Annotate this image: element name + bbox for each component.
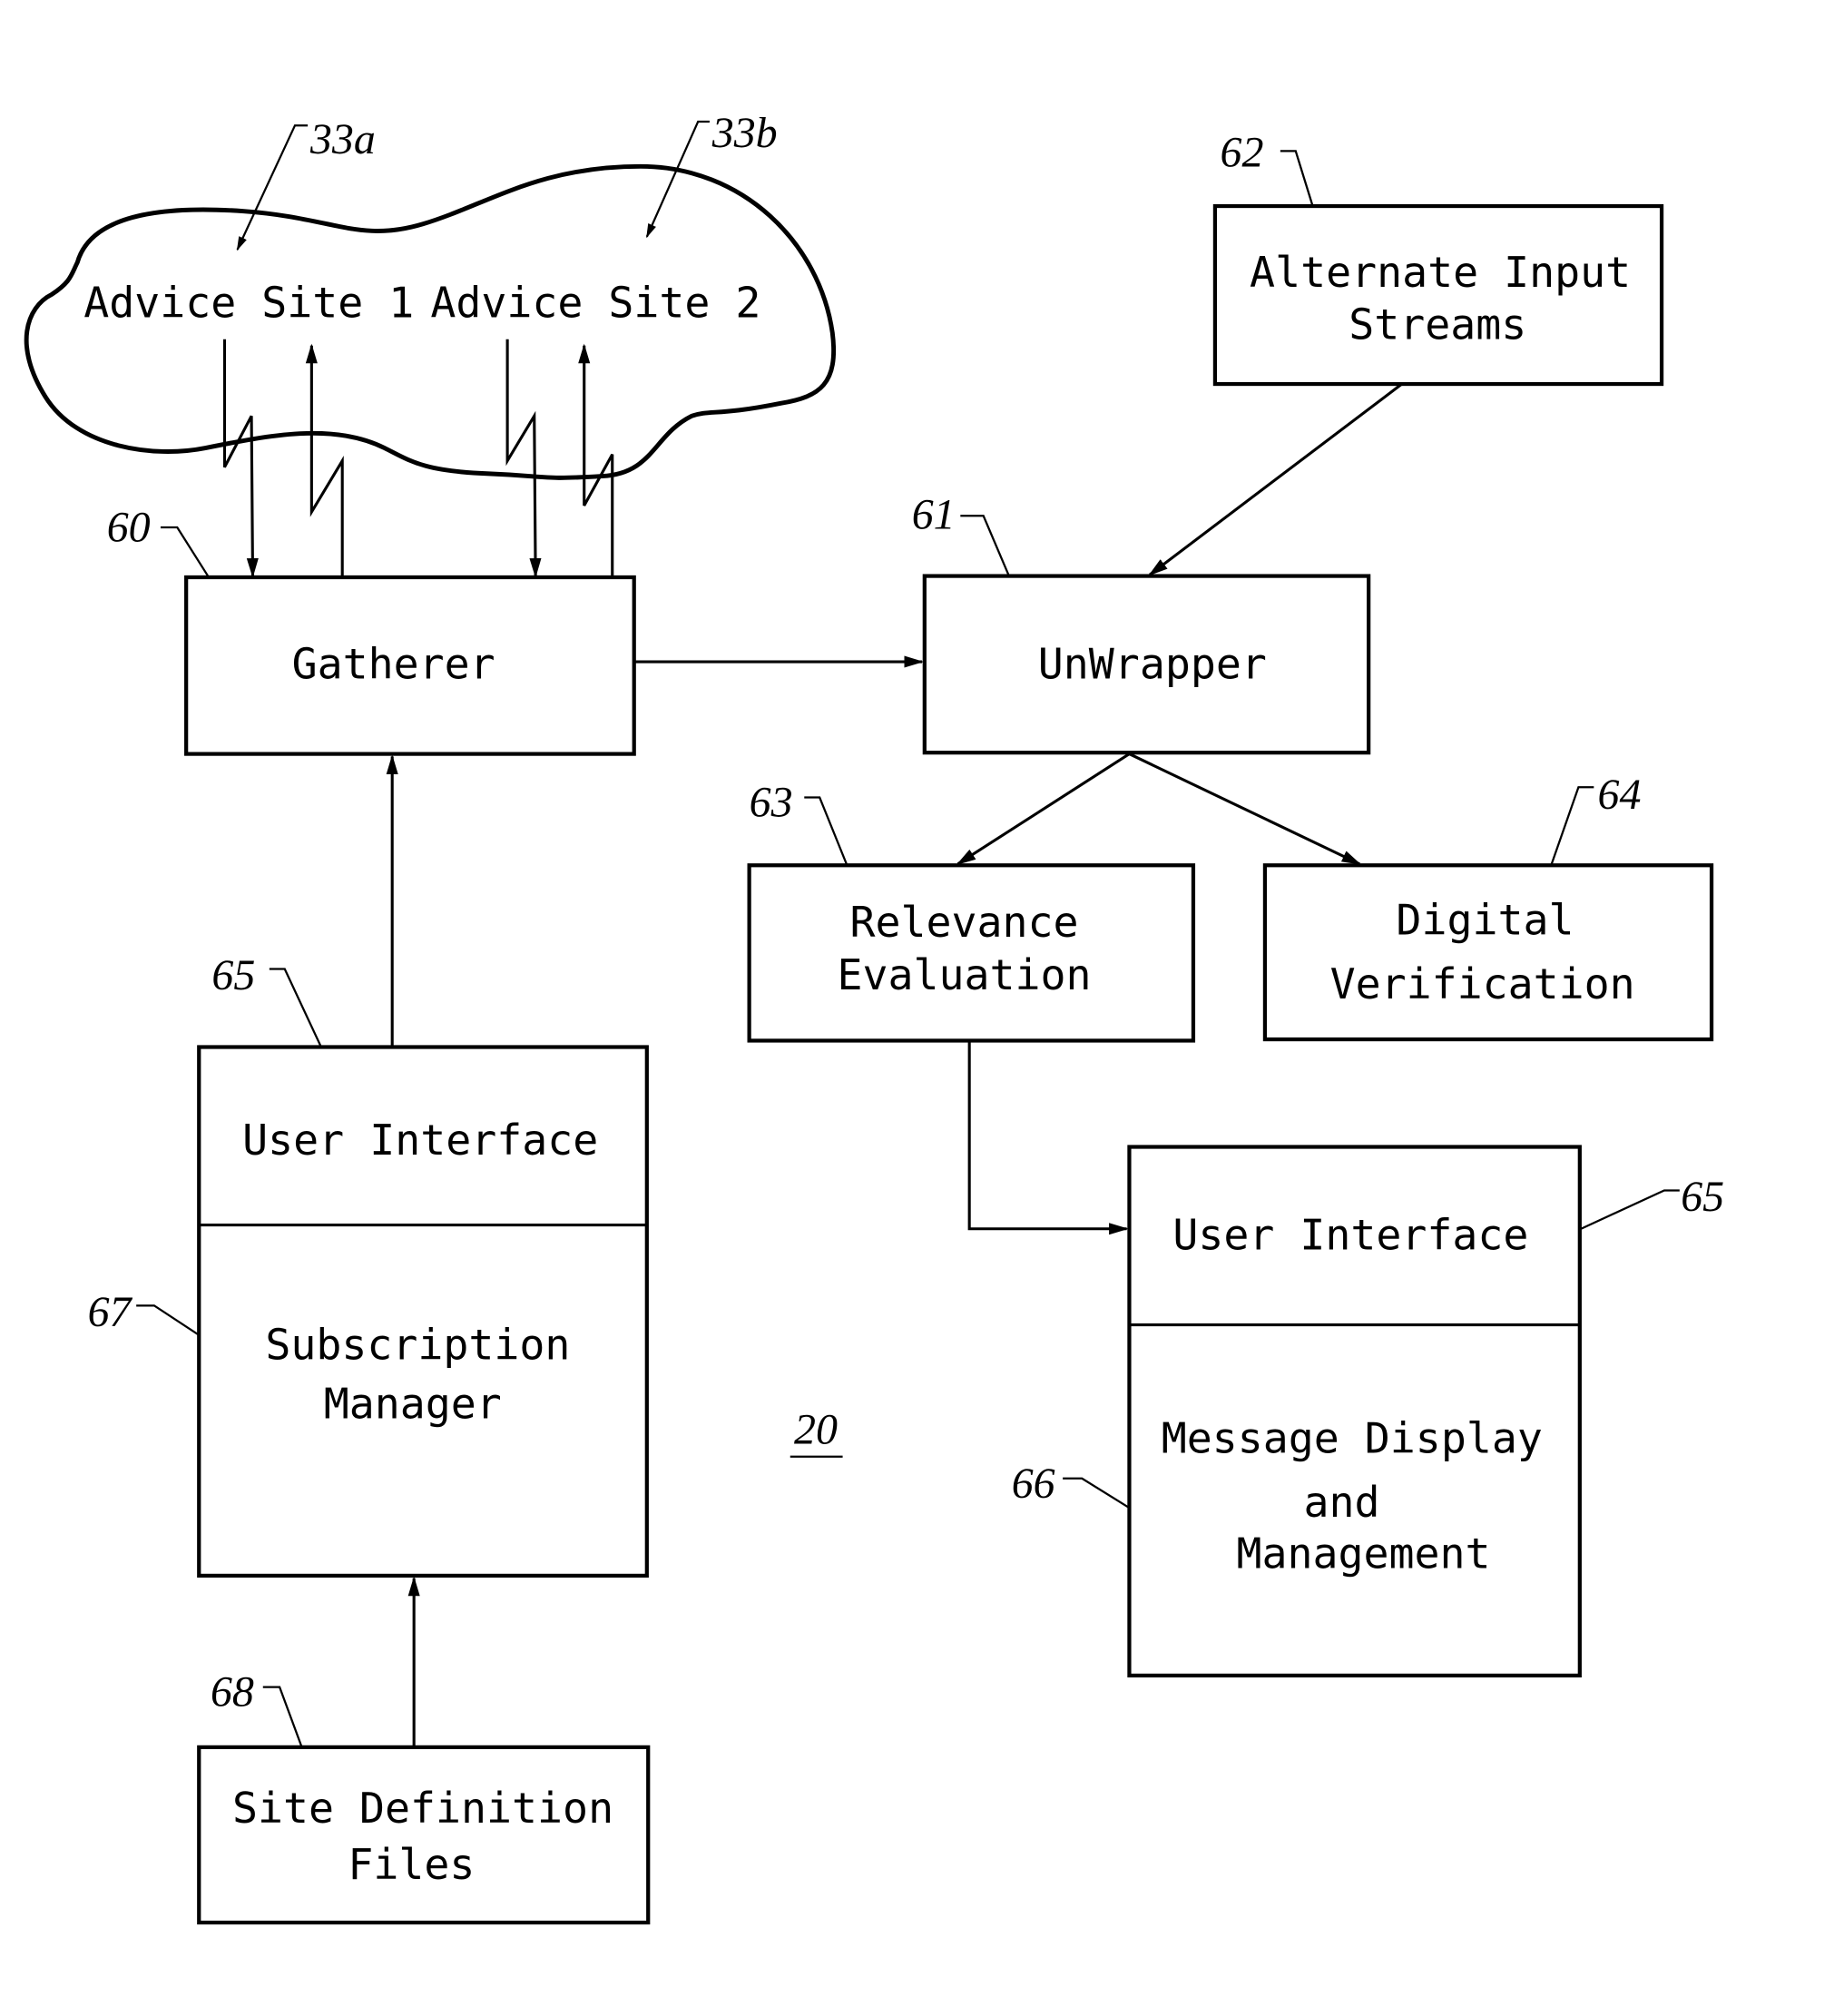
wireless-links [222, 339, 614, 578]
ref-61: 61 [912, 490, 956, 538]
alternate-input-label-2: Streams [1349, 300, 1526, 349]
internet-cloud: Advice Site 1 Advice Site 2 33a 33b [24, 109, 836, 480]
leader-33b [645, 120, 710, 239]
unwrapper-node: UnWrapper 61 [912, 490, 1371, 755]
right-ui-node: User Interface Message Display and Manag… [1012, 1145, 1724, 1678]
figure-number: 20 [790, 1406, 843, 1458]
site-definition-label-1: Site Definition [232, 1784, 613, 1833]
ref-63: 63 [750, 779, 793, 827]
gatherer-node: Gatherer 60 [107, 503, 636, 756]
edge-relevance-right-ui [967, 1040, 1129, 1235]
advice-site-2-label: Advice Site 2 [430, 279, 760, 328]
digital-verification-node: Digital Verification 64 [1262, 771, 1714, 1042]
edge-unwrapper-digital [1128, 752, 1362, 866]
subscription-label-2: Manager [324, 1379, 502, 1428]
system-diagram: Advice Site 1 Advice Site 2 33a 33b Gath… [24, 109, 1724, 1925]
site-definition-label-2: Files [348, 1840, 475, 1889]
link-site1-down [222, 339, 259, 578]
digital-verification-label-2: Verification [1330, 959, 1635, 1008]
link-site1-up [305, 343, 344, 576]
relevance-node: Relevance Evaluation 63 [747, 779, 1196, 1043]
message-display-label-1: Message Display [1162, 1414, 1543, 1463]
gatherer-label: Gatherer [292, 639, 495, 688]
link-site2-down [505, 339, 542, 578]
ref-60: 60 [107, 503, 151, 551]
leader-33a [236, 124, 309, 251]
site-definition-node: Site Definition Files 68 [197, 1668, 651, 1925]
advice-site-1-label: Advice Site 1 [83, 279, 414, 328]
ref-64: 64 [1598, 771, 1642, 819]
ref-33b: 33b [711, 109, 778, 157]
ref-66: 66 [1012, 1460, 1055, 1508]
edge-unwrapper-relevance [956, 752, 1131, 866]
left-ui-node: User Interface Subscription Manager 65 6… [88, 951, 649, 1578]
digital-verification-label-1: Digital [1396, 895, 1574, 944]
ref-68: 68 [211, 1668, 254, 1716]
relevance-label-1: Relevance [850, 898, 1079, 947]
right-ui-label: User Interface [1172, 1210, 1528, 1259]
svg-text:20: 20 [794, 1406, 838, 1454]
left-ui-label: User Interface [242, 1116, 598, 1165]
ref-62: 62 [1221, 128, 1264, 176]
link-site2-up [578, 343, 614, 576]
message-display-label-2: and [1304, 1478, 1380, 1527]
alternate-input-node: Alternate Input Streams 62 [1212, 128, 1664, 387]
ref-33a: 33a [309, 115, 376, 163]
message-display-label-3: Management [1236, 1529, 1490, 1578]
unwrapper-label: UnWrapper [1038, 639, 1267, 688]
subscription-label-1: Subscription [265, 1321, 570, 1370]
ref-65-left: 65 [211, 951, 255, 999]
alternate-input-label-1: Alternate Input [1250, 248, 1631, 297]
relevance-label-2: Evaluation [838, 950, 1092, 999]
ref-65-right: 65 [1681, 1173, 1724, 1221]
ref-67: 67 [88, 1288, 133, 1336]
edge-alternate-unwrapper [1148, 382, 1403, 576]
